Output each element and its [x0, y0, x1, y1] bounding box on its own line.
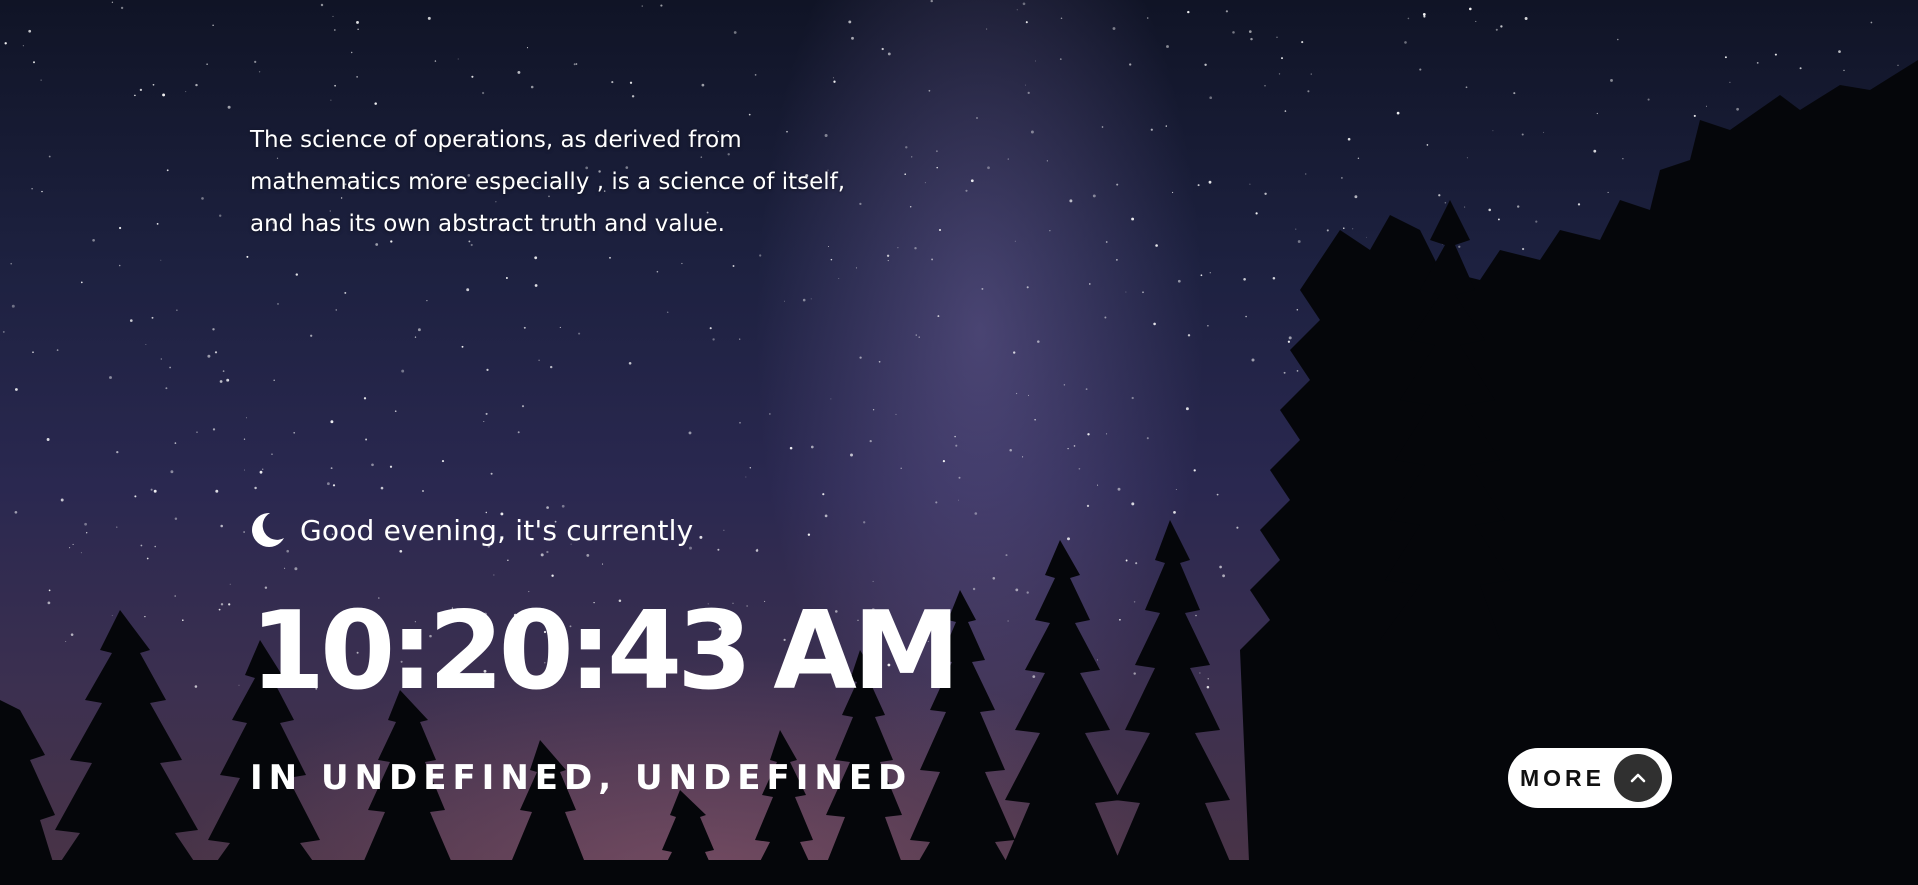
- clock: 10:20:43 AM: [250, 589, 960, 714]
- clock-time: 10:20:43: [250, 589, 752, 714]
- background-night-sky: The science of operations, as derived fr…: [0, 0, 1918, 885]
- greeting-text: Good evening, it's currently: [300, 513, 694, 547]
- location-text: IN UNDEFINED, UNDEFINED: [250, 758, 913, 798]
- more-button[interactable]: MORE: [1508, 748, 1672, 808]
- quote-text: The science of operations, as derived fr…: [250, 127, 846, 237]
- clock-period: AM: [773, 589, 960, 714]
- greeting: Good evening, it's currently: [250, 511, 693, 549]
- chevron-up-icon[interactable]: [1614, 754, 1662, 802]
- more-button-label: MORE: [1520, 764, 1605, 791]
- moon-icon: [250, 511, 286, 549]
